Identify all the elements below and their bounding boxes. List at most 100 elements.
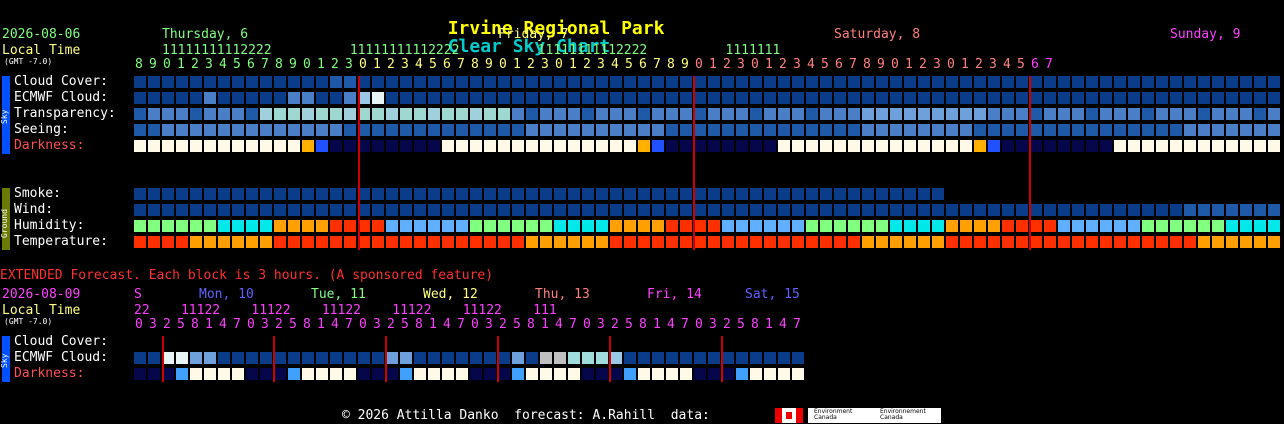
wind-cell [680,204,692,216]
cloud-cover-cell [498,76,510,88]
extended-hour-digit: 0 [583,317,591,332]
darkness-cell [414,140,426,152]
cloud-cover-cell [1240,76,1252,88]
wind-cell [1240,204,1252,216]
temperature-cell [820,236,832,248]
smoke-cell [736,188,748,200]
hour-digit: 4 [1003,57,1011,72]
humidity-cell [1072,220,1084,232]
hour-digit: 9 [485,57,493,72]
transparency-cell [1016,108,1028,120]
transparency-cell [876,108,888,120]
seeing-cell [1142,124,1154,136]
wind-cell [372,204,384,216]
seeing-cell [750,124,762,136]
humidity-cell [582,220,594,232]
sky-sidebar-label: Sky [0,109,9,124]
cloud-cover-cell [988,76,1000,88]
extended-darkness-cell [512,368,524,380]
darkness-cell [232,140,244,152]
transparency-cell [666,108,678,120]
wind-cell [1268,204,1280,216]
seeing-cell [204,124,216,136]
ecmwf-cloud-cell [778,92,790,104]
transparency-cell [400,108,412,120]
temperature-cell [960,236,972,248]
smoke-cell [148,188,160,200]
transparency-cell [386,108,398,120]
cloud-cover-cell [750,76,762,88]
temperature-cell [162,236,174,248]
hour-digit: 5 [1017,57,1025,72]
seeing-cell [260,124,272,136]
wind-cell [750,204,762,216]
darkness-cell [974,140,986,152]
humidity-cell [1268,220,1280,232]
humidity-cell [960,220,972,232]
wind-cell [470,204,482,216]
seeing-cell [442,124,454,136]
humidity-cell [204,220,216,232]
humidity-cell [428,220,440,232]
wind-cell [456,204,468,216]
hour-digit: 1 [765,57,773,72]
temperature-cell [722,236,734,248]
wind-cell [288,204,300,216]
wind-cell [1226,204,1238,216]
ecmwf-cloud-cell [1156,92,1168,104]
hour-digit: 3 [793,57,801,72]
wind-cell [974,204,986,216]
environment-canada-logo: Environment Canada Environnement Canada [808,408,941,423]
humidity-cell [1184,220,1196,232]
darkness-cell [848,140,860,152]
transparency-cell [260,108,272,120]
humidity-cell [638,220,650,232]
darkness-cell [960,140,972,152]
smoke-cell [582,188,594,200]
ecmwf-cloud-cell [736,92,748,104]
extended-darkness-cell [400,368,412,380]
extended-hour-digit: 8 [191,317,199,332]
extended-ecmwf-cell [750,352,762,364]
hour-digit: 3 [737,57,745,72]
transparency-cell [1240,108,1252,120]
smoke-cell [638,188,650,200]
extended-ecmwf-cell [722,352,734,364]
temperature-cell [1128,236,1140,248]
extended-hour-digit: 7 [345,317,353,332]
wind-cell [512,204,524,216]
hour-digit: 2 [527,57,535,72]
cloud-cover-cell [1254,76,1266,88]
wind-cell [988,204,1000,216]
humidity-cell [666,220,678,232]
wind-cell [652,204,664,216]
ecmwf-cloud-cell [1226,92,1238,104]
smoke-cell [610,188,622,200]
wind-cell [722,204,734,216]
wind-cell [778,204,790,216]
ecmwf-cloud-cell [1100,92,1112,104]
cloud-cover-cell [1142,76,1154,88]
transparency-cell [1170,108,1182,120]
transparency-cell [834,108,846,120]
seeing-cell [246,124,258,136]
extended-darkness-cell [428,368,440,380]
ecmwf-cloud-cell [1142,92,1154,104]
seeing-cell [1002,124,1014,136]
humidity-cell [1240,220,1252,232]
extended-ecmwf-cell [330,352,342,364]
extended-ecmwf-cell [148,352,160,364]
hour-digit: 2 [919,57,927,72]
day-header: Friday, 7 [498,27,569,42]
extended-darkness-cell [414,368,426,380]
seeing-cell [708,124,720,136]
ecmwf-cloud-cell [330,92,342,104]
darkness-cell [134,140,146,152]
smoke-cell [512,188,524,200]
extended-darkness-cell [386,368,398,380]
wind-cell [344,204,356,216]
extended-hour-digit: 5 [401,317,409,332]
temperature-cell [428,236,440,248]
hour-digit: 0 [947,57,955,72]
wind-cell [596,204,608,216]
